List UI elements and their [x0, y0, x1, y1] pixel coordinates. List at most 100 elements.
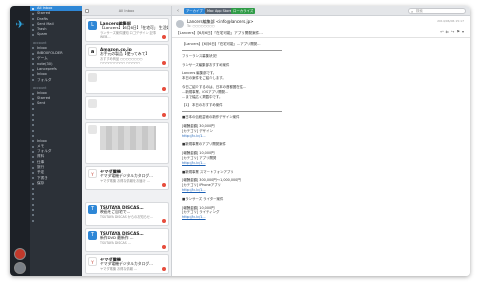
folder-icon: [32, 108, 34, 111]
folder-icon: [32, 198, 34, 201]
sidebar-item-label: Trash: [37, 27, 47, 32]
app-store-button[interactable]: Mac App Store: [205, 8, 234, 14]
folder-icon: [32, 209, 34, 212]
sidebar-item-label: Sent Mail: [37, 21, 54, 26]
message-detail: ‹ アーカイブ Mac App Store ローカライズ ⌕ 検索 Lancer…: [172, 6, 470, 276]
folder-icon: [32, 182, 34, 185]
sidebar-folder-label: Starred: [37, 96, 51, 101]
body-link[interactable]: http://lc.lc/1...: [182, 161, 206, 165]
message-card[interactable]: L Lancers編集部 【Lancers】【6月6日】「在宅可」 生活好き ランサー…: [85, 18, 169, 42]
body-link[interactable]: http://lc.lc/1...: [182, 215, 206, 219]
folder-icon: [32, 92, 34, 95]
unread-dot-icon: [162, 113, 166, 117]
back-icon[interactable]: ‹: [175, 8, 181, 14]
message-list-title: All Inbox: [118, 9, 135, 13]
account-avatar-1[interactable]: [14, 248, 26, 260]
sidebar-folder-label: Lanceprefs: [37, 66, 57, 71]
folder-icon: [32, 28, 34, 31]
archive-button[interactable]: アーカイブ: [184, 8, 205, 14]
select-all-checkbox[interactable]: [85, 9, 89, 13]
unread-dot-icon: [162, 61, 166, 65]
divider: [182, 49, 282, 51]
sidebar-folder-label: INBOXFOLDER: [37, 51, 63, 56]
folder-icon: [32, 166, 34, 169]
message-list: All Inbox L Lancers編集部 【Lancers】【6月6日】「在宅可…: [82, 6, 172, 276]
unread-dot-icon: [162, 183, 166, 187]
body-link[interactable]: http://lc.lc/1...: [182, 188, 206, 192]
folder-icon: [32, 124, 34, 127]
folder-icon: [32, 156, 34, 159]
message-card[interactable]: Y ヤマダ電機 ヤマダ電機デジタルカタログ… ヤマダ電機 お得な情報をお届け …: [85, 166, 169, 190]
sidebar-folder-label: メモ: [37, 143, 45, 148]
sidebar-folder-label: フォルダ: [37, 149, 52, 154]
sidebar-folder-label: Inbox: [37, 72, 47, 77]
folder-icon: [32, 18, 34, 21]
folder-icon: [32, 219, 34, 222]
message-card[interactable]: [85, 70, 169, 94]
search-placeholder: 検索: [416, 9, 423, 13]
localize-button[interactable]: ローカライズ: [231, 8, 256, 14]
card-preview: ヤマダ電機 お得な情報をお届け …: [100, 178, 150, 183]
sidebar-folder-label: Inbox: [37, 90, 47, 95]
message-card[interactable]: T TSUTAYA DISCAS… 新作DVD 最新作 … TSUTAYA DISCA…: [85, 228, 169, 252]
message-card[interactable]: Y ヤマダ電機 ヤマダ電機デジタルカタログ… ヤマダ電機 お得な情報 …: [85, 254, 169, 274]
folder-icon: [32, 140, 34, 143]
sidebar-folder-label: 予定: [37, 170, 45, 175]
folder-icon: [32, 129, 34, 132]
search-input[interactable]: ⌕ 検索: [408, 8, 466, 14]
unread-dot-icon: [162, 219, 166, 223]
body-line: 【1】 本日のおすすめ案件: [182, 103, 223, 108]
account-rail: ✈: [10, 6, 30, 276]
unread-dot-icon: [162, 35, 166, 39]
more-icon[interactable]: ▾: [462, 29, 466, 34]
sidebar-folder-label: 下書き: [37, 175, 48, 180]
sidebar-item-label: Starred: [37, 11, 51, 16]
folder-icon: [32, 52, 34, 55]
message-body: 【Lancers】【6月6日】「在宅可能」…アプリ開発… フリーランス募集状況！ラ…: [182, 42, 382, 220]
sidebar-folder-label: Inbox: [37, 138, 47, 143]
folder-icon: [32, 23, 34, 26]
message-card[interactable]: T TSUTAYA DISCAS… 映画をご自宅で… TSUTAYA DISCAS か…: [85, 202, 169, 226]
folder-icon: [32, 119, 34, 122]
sidebar-folder-label: 保存: [37, 180, 45, 185]
folder-icon: [32, 34, 34, 37]
toolbar: ‹ アーカイブ Mac App Store ローカライズ ⌕ 検索: [172, 6, 470, 16]
message-header: Lancers編集部 <info@lancers.jp> To: ○○○○○○○…: [172, 16, 470, 38]
folder-icon: [32, 150, 34, 153]
card-preview: [86, 82, 168, 90]
folder-icon: [32, 68, 34, 71]
sidebar-folder-label: 仕事: [37, 159, 45, 164]
folder-icon: [32, 79, 34, 82]
sidebar-folder[interactable]: フォルダ: [30, 78, 82, 83]
sender-icon: a: [88, 47, 97, 56]
folder-icon: [32, 214, 34, 217]
message-card[interactable]: a Amazon.co.jp お手元の製品【使ってみて】 おすすめ商品 ○○○○○○○…: [85, 44, 169, 68]
sender-icon: L: [88, 21, 97, 30]
card-preview: TSUTAYA DISCAS …: [100, 240, 131, 245]
message-subject: 【Lancers】【6月6日】「在宅可能」アプリ開発案件…: [176, 31, 263, 35]
folder-icon: [32, 47, 34, 50]
pixelated-preview: [100, 126, 156, 150]
message-card[interactable]: [85, 96, 169, 120]
mail-window: ✈ All Inbox Starred Drafts Sent Mail Trash Sp…: [10, 6, 470, 276]
account-avatar-2[interactable]: [14, 262, 26, 274]
recipient: To: ○○○○○○○○: [187, 24, 215, 28]
sidebar-folder[interactable]: [30, 218, 82, 223]
sidebar-folder-label: フォルダ: [37, 77, 52, 82]
unread-dot-icon: [162, 87, 166, 91]
sidebar-folder-label: 資料: [37, 154, 45, 159]
sender-icon: Y: [88, 257, 97, 266]
sidebar-item[interactable]: Spam: [30, 32, 82, 37]
card-preview: おすすめ商品 ○○○○○○○○ ○○○○○○○○○ ○○○○○: [100, 56, 143, 65]
folder-icon: [32, 63, 34, 66]
message-card[interactable]: [85, 122, 169, 164]
sidebar: All Inbox Starred Drafts Sent Mail Trash Spam…: [30, 6, 82, 276]
search-icon: ⌕: [411, 9, 414, 14]
folder-icon: [32, 97, 34, 100]
body-link[interactable]: http://lc.lc/1...: [182, 134, 206, 138]
card-preview: TSUTAYA DISCAS からのお知らせ…: [100, 214, 154, 219]
card-preview: ランサーズ案件通知 ロゴデザイン 記事 WEB…: [100, 30, 157, 39]
folder-icon: [32, 145, 34, 148]
folder-icon: [32, 187, 34, 190]
sender-icon: Y: [88, 169, 97, 178]
